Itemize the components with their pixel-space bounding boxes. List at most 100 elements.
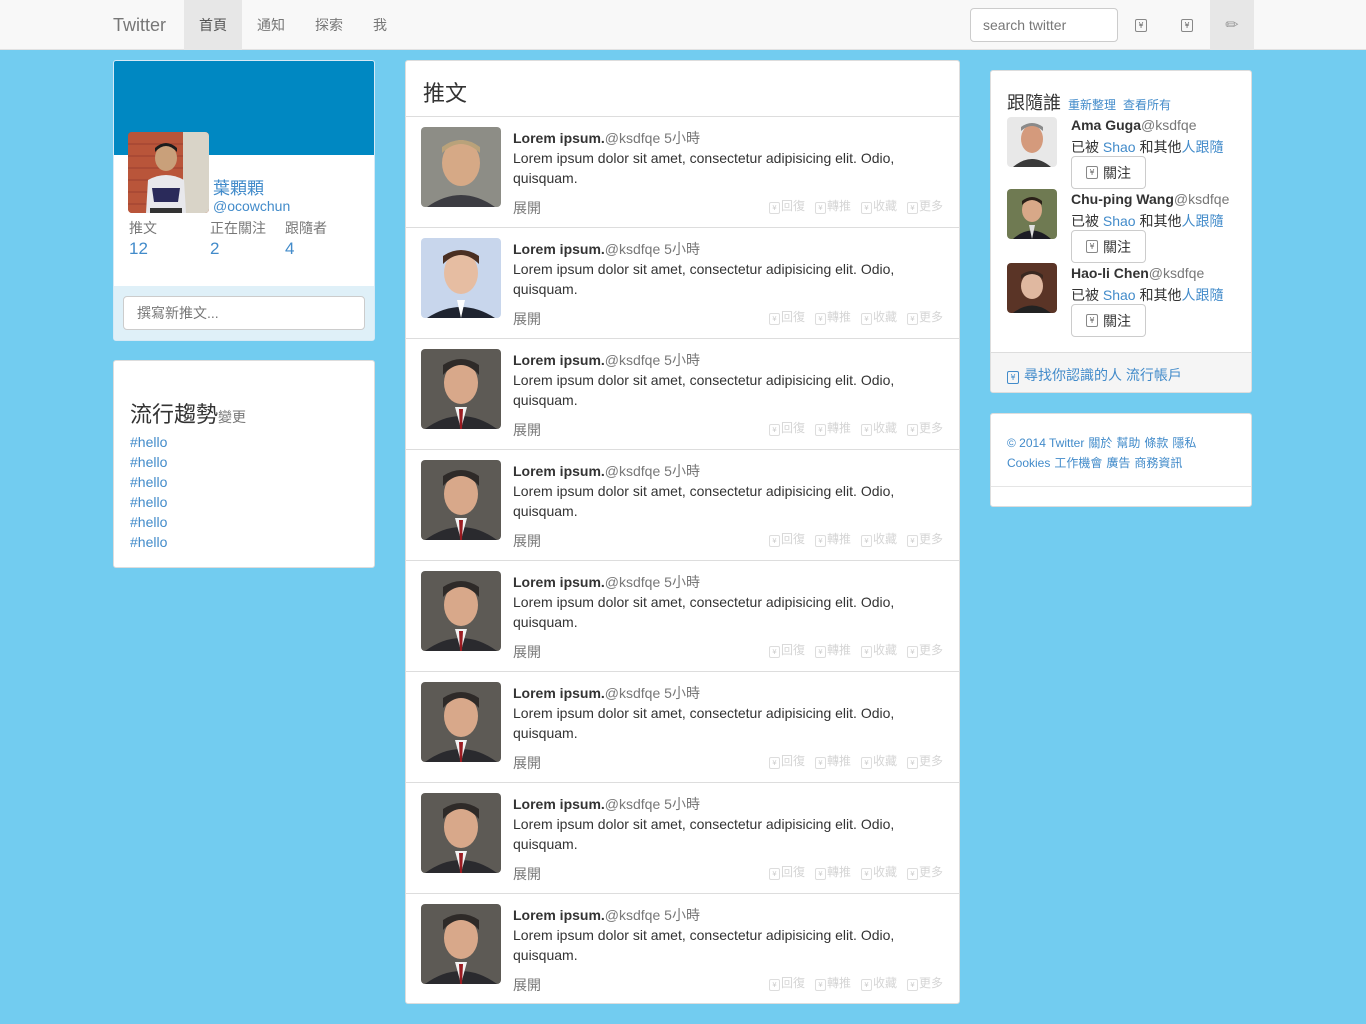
- tweet-expand-link[interactable]: 展開: [513, 531, 541, 551]
- tweet-author-handle[interactable]: @ksdfqe: [605, 241, 660, 257]
- tweet-action-favorite[interactable]: ¥ 收藏: [860, 421, 897, 436]
- nav-home[interactable]: 首頁: [184, 0, 242, 50]
- avatar[interactable]: [128, 132, 209, 213]
- tweet-action-favorite[interactable]: ¥ 收藏: [860, 199, 897, 214]
- tweet-action-more[interactable]: ¥ 更多: [906, 310, 943, 325]
- profile-name[interactable]: 葉顆顆: [213, 174, 264, 199]
- footer-link-privacy[interactable]: 隱私: [1172, 436, 1196, 450]
- tweet-expand-link[interactable]: 展開: [513, 198, 541, 218]
- tweet-action-more[interactable]: ¥ 更多: [906, 865, 943, 880]
- tweet-action-reply[interactable]: ¥ 回復: [768, 643, 805, 658]
- tweet-author-handle[interactable]: @ksdfqe: [605, 907, 660, 923]
- avatar[interactable]: [421, 904, 501, 984]
- tweet-author-name[interactable]: Lorem ipsum.: [513, 796, 605, 812]
- tweet-action-favorite[interactable]: ¥ 收藏: [860, 865, 897, 880]
- tweet-author-handle[interactable]: @ksdfqe: [605, 130, 660, 146]
- tweet-expand-link[interactable]: 展開: [513, 309, 541, 329]
- compose-tweet-input[interactable]: [123, 296, 365, 330]
- tweet-timestamp[interactable]: 5小時: [664, 574, 700, 590]
- tweet-item[interactable]: Lorem ipsum.@ksdfqe 5小時 Lorem ipsum dolor…: [406, 450, 959, 561]
- tweet-action-reply[interactable]: ¥ 回復: [768, 199, 805, 214]
- tweet-action-retweet[interactable]: ¥ 轉推: [814, 532, 851, 547]
- tweet-action-more[interactable]: ¥ 更多: [906, 976, 943, 991]
- tweet-action-favorite[interactable]: ¥ 收藏: [860, 532, 897, 547]
- view-all-link[interactable]: 查看所有: [1123, 98, 1171, 112]
- tweet-author-handle[interactable]: @ksdfqe: [605, 574, 660, 590]
- tweet-expand-link[interactable]: 展開: [513, 975, 541, 995]
- tweet-action-retweet[interactable]: ¥ 轉推: [814, 865, 851, 880]
- avatar[interactable]: [421, 460, 501, 540]
- trend-item[interactable]: #hello: [130, 514, 167, 530]
- tweet-author-name[interactable]: Lorem ipsum.: [513, 907, 605, 923]
- tweet-timestamp[interactable]: 5小時: [664, 352, 700, 368]
- tweet-expand-link[interactable]: 展開: [513, 642, 541, 662]
- tweet-action-retweet[interactable]: ¥ 轉推: [814, 754, 851, 769]
- avatar[interactable]: [1007, 263, 1057, 313]
- tweet-author-handle[interactable]: @ksdfqe: [605, 463, 660, 479]
- tweet-action-reply[interactable]: ¥ 回復: [768, 754, 805, 769]
- tweet-author-handle[interactable]: @ksdfqe: [605, 796, 660, 812]
- tweet-action-retweet[interactable]: ¥ 轉推: [814, 643, 851, 658]
- tweet-action-reply[interactable]: ¥ 回復: [768, 310, 805, 325]
- avatar[interactable]: [1007, 189, 1057, 239]
- profile-handle[interactable]: @ocowchun: [213, 198, 290, 214]
- tweet-action-favorite[interactable]: ¥ 收藏: [860, 643, 897, 658]
- tweet-author-name[interactable]: Lorem ipsum.: [513, 463, 605, 479]
- nav-notifications[interactable]: 通知: [242, 0, 300, 50]
- tweet-action-favorite[interactable]: ¥ 收藏: [860, 754, 897, 769]
- tweet-timestamp[interactable]: 5小時: [664, 463, 700, 479]
- trend-item[interactable]: #hello: [130, 474, 167, 490]
- find-people-link[interactable]: ¥ 尋找你認識的人 流行帳戶: [1007, 365, 1182, 385]
- tweet-item[interactable]: Lorem ipsum.@ksdfqe 5小時 Lorem ipsum dolor…: [406, 672, 959, 783]
- tweet-expand-link[interactable]: 展開: [513, 864, 541, 884]
- trend-item[interactable]: #hello: [130, 534, 167, 550]
- tweet-author-name[interactable]: Lorem ipsum.: [513, 352, 605, 368]
- tweet-author-name[interactable]: Lorem ipsum.: [513, 574, 605, 590]
- tweet-action-reply[interactable]: ¥ 回復: [768, 976, 805, 991]
- suggested-user-name[interactable]: Ama Guga@ksdfqe: [1071, 117, 1196, 133]
- tweet-author-name[interactable]: Lorem ipsum.: [513, 130, 605, 146]
- tweet-item[interactable]: Lorem ipsum.@ksdfqe 5小時 Lorem ipsum dolor…: [406, 783, 959, 894]
- tweet-item[interactable]: Lorem ipsum.@ksdfqe 5小時 Lorem ipsum dolor…: [406, 117, 959, 228]
- stat-followers-value[interactable]: 4: [285, 239, 294, 259]
- tweet-action-retweet[interactable]: ¥ 轉推: [814, 976, 851, 991]
- stat-following-value[interactable]: 2: [210, 239, 219, 259]
- tweet-action-favorite[interactable]: ¥ 收藏: [860, 976, 897, 991]
- tweet-item[interactable]: Lorem ipsum.@ksdfqe 5小時 Lorem ipsum dolor…: [406, 894, 959, 1003]
- tweet-action-reply[interactable]: ¥ 回復: [768, 865, 805, 880]
- suggested-user-name[interactable]: Chu-ping Wang@ksdfqe: [1071, 191, 1229, 207]
- tweet-action-more[interactable]: ¥ 更多: [906, 199, 943, 214]
- tweet-action-more[interactable]: ¥ 更多: [906, 421, 943, 436]
- tweet-action-retweet[interactable]: ¥ 轉推: [814, 199, 851, 214]
- tweet-action-more[interactable]: ¥ 更多: [906, 643, 943, 658]
- tweet-action-reply[interactable]: ¥ 回復: [768, 421, 805, 436]
- footer-link-terms[interactable]: 條款: [1144, 436, 1168, 450]
- avatar[interactable]: [421, 349, 501, 429]
- tweet-item[interactable]: Lorem ipsum.@ksdfqe 5小時 Lorem ipsum dolor…: [406, 228, 959, 339]
- tweet-action-more[interactable]: ¥ 更多: [906, 754, 943, 769]
- tweet-expand-link[interactable]: 展開: [513, 420, 541, 440]
- avatar[interactable]: [421, 571, 501, 651]
- follow-button[interactable]: ¥ 關注: [1071, 230, 1146, 263]
- refresh-link[interactable]: 重新整理: [1068, 98, 1116, 112]
- tweet-author-handle[interactable]: @ksdfqe: [605, 685, 660, 701]
- tweet-timestamp[interactable]: 5小時: [664, 241, 700, 257]
- settings-button[interactable]: ¥: [1165, 0, 1209, 50]
- avatar[interactable]: [421, 127, 501, 207]
- suggested-user-name[interactable]: Hao-li Chen@ksdfqe: [1071, 265, 1204, 281]
- follow-button[interactable]: ¥ 關注: [1071, 156, 1146, 189]
- tweet-author-handle[interactable]: @ksdfqe: [605, 352, 660, 368]
- tweet-action-more[interactable]: ¥ 更多: [906, 532, 943, 547]
- tweet-action-retweet[interactable]: ¥ 轉推: [814, 310, 851, 325]
- tweet-expand-link[interactable]: 展開: [513, 753, 541, 773]
- tweet-author-name[interactable]: Lorem ipsum.: [513, 685, 605, 701]
- footer-link-business[interactable]: 商務資訊: [1134, 456, 1182, 470]
- trend-item[interactable]: #hello: [130, 494, 167, 510]
- footer-link-help[interactable]: 幫助: [1116, 436, 1140, 450]
- tweet-item[interactable]: Lorem ipsum.@ksdfqe 5小時 Lorem ipsum dolor…: [406, 561, 959, 672]
- tweet-timestamp[interactable]: 5小時: [664, 796, 700, 812]
- tweet-action-reply[interactable]: ¥ 回復: [768, 532, 805, 547]
- footer-link-ads[interactable]: 廣告: [1106, 456, 1130, 470]
- tweet-timestamp[interactable]: 5小時: [664, 907, 700, 923]
- tweet-timestamp[interactable]: 5小時: [664, 685, 700, 701]
